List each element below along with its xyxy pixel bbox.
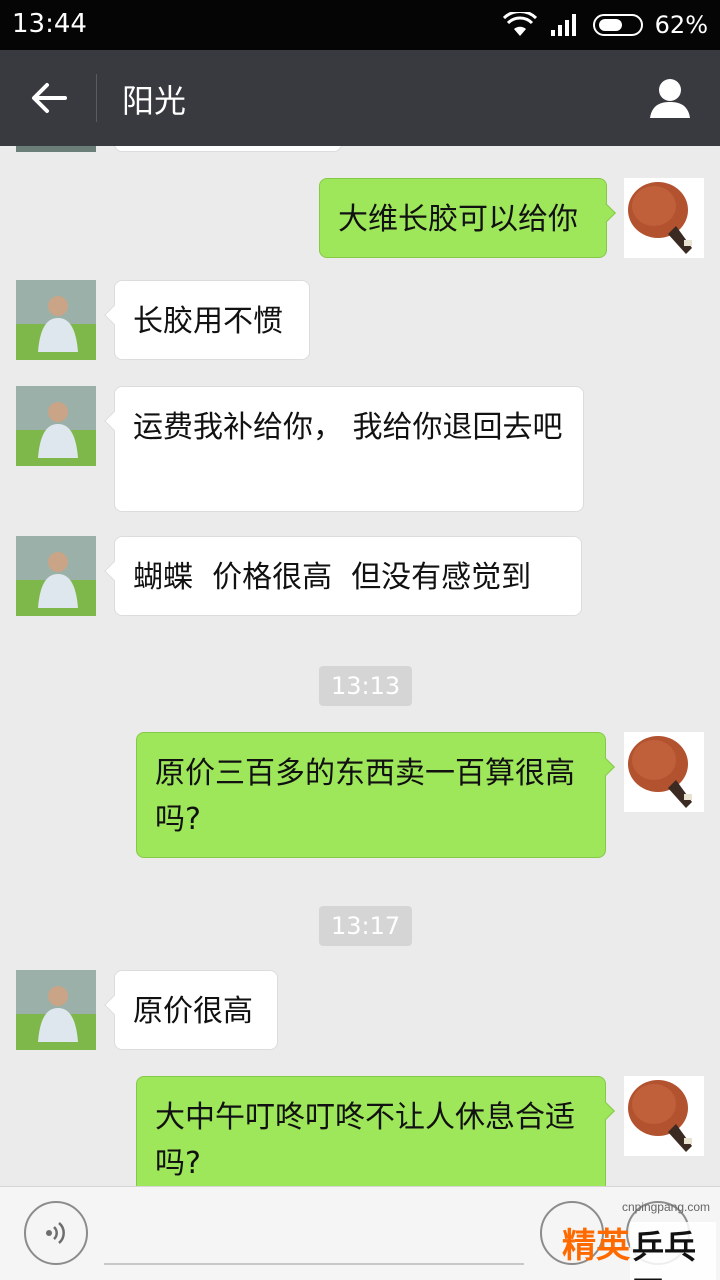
chat-title: 阳光 <box>122 82 187 120</box>
self-avatar[interactable] <box>624 178 704 258</box>
battery-percent: 62% <box>654 11 708 39</box>
voice-button[interactable] <box>24 1201 88 1265</box>
contact-avatar[interactable] <box>16 280 96 360</box>
watermark-logo-text-2: 乒乓网 <box>630 1222 716 1280</box>
title-divider <box>96 74 97 122</box>
message-bubble-outgoing[interactable]: 原价三百多的东西卖一百算很高吗? <box>136 732 606 858</box>
status-time: 13:44 <box>12 9 87 39</box>
contact-avatar[interactable] <box>16 146 96 152</box>
battery-icon <box>592 14 643 36</box>
watermark-url: cnpingpang.com <box>621 1200 710 1214</box>
message-bubble-incoming[interactable]: 原价很高 <box>114 970 278 1050</box>
voice-icon <box>46 1222 65 1244</box>
wifi-icon <box>502 12 537 36</box>
paddle-icon <box>628 1080 692 1152</box>
person-photo <box>16 536 96 616</box>
signal-icon <box>550 14 576 36</box>
contact-avatar[interactable] <box>16 970 96 1050</box>
paddle-icon <box>628 182 692 254</box>
message-list[interactable]: 大维长胶可以给你 长胶用不惯 运费我补给你， 我给你退回去吧 蝴蝶 价格很高 但… <box>0 146 720 1186</box>
self-avatar[interactable] <box>624 732 704 812</box>
chat-info-button[interactable] <box>644 72 696 124</box>
message-bubble-outgoing[interactable]: 大中午叮咚叮咚不让人休息合适吗? <box>136 1076 606 1186</box>
back-button[interactable] <box>20 70 78 126</box>
timestamp: 13:13 <box>319 666 413 706</box>
status-bar: 13:44 62% <box>0 0 720 50</box>
message-bubble-partial <box>114 146 342 152</box>
title-bar: 阳光 <box>0 50 720 146</box>
site-watermark: cnpingpang.com 精英 乒乓网 <box>548 1196 716 1280</box>
self-avatar[interactable] <box>624 1076 704 1156</box>
contact-avatar[interactable] <box>16 536 96 616</box>
message-input[interactable] <box>104 1207 524 1265</box>
person-photo <box>16 970 96 1050</box>
timestamp: 13:17 <box>319 906 413 946</box>
message-bubble-incoming[interactable]: 长胶用不惯 <box>114 280 310 360</box>
message-bubble-incoming[interactable]: 运费我补给你， 我给你退回去吧 <box>114 386 584 512</box>
back-arrow-icon <box>32 83 67 113</box>
person-photo <box>16 386 96 466</box>
status-icons: 62% <box>502 9 708 41</box>
contact-avatar[interactable] <box>16 386 96 466</box>
message-bubble-outgoing[interactable]: 大维长胶可以给你 <box>319 178 607 258</box>
person-icon <box>650 79 690 118</box>
person-photo <box>16 280 96 360</box>
paddle-icon <box>628 736 692 808</box>
watermark-logo-text-1: 精英 <box>562 1226 630 1266</box>
message-bubble-incoming[interactable]: 蝴蝶 价格很高 但没有感觉到 <box>114 536 582 616</box>
